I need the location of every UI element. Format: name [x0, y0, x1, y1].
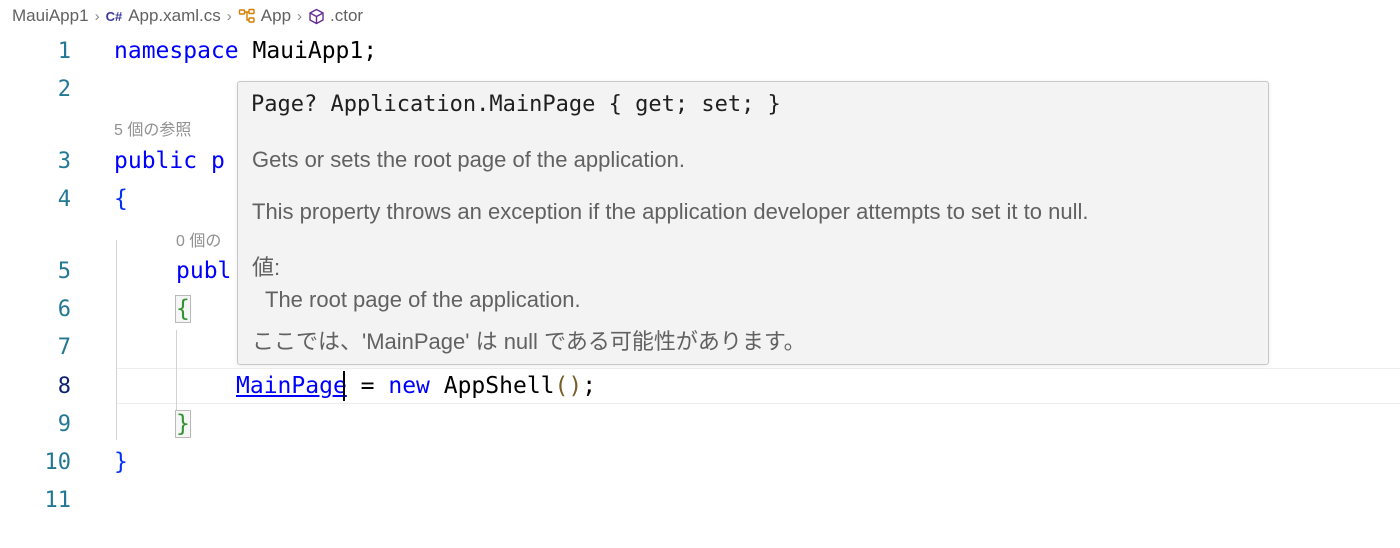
- code-line-active[interactable]: 8 MainPage = new AppShell();: [0, 367, 1400, 405]
- csharp-file-icon: C#: [105, 8, 123, 24]
- matched-close-brace: }: [175, 410, 191, 438]
- line-number: 9: [57, 411, 71, 437]
- code-line[interactable]: 1 namespace MauiApp1;: [0, 32, 1400, 70]
- keyword-new: new: [388, 373, 430, 399]
- breadcrumb-file-label: App.xaml.cs: [128, 6, 221, 25]
- line-number: 10: [44, 449, 72, 475]
- hover-tooltip[interactable]: Page? Application.MainPage { get; set; }…: [237, 81, 1269, 365]
- breadcrumb-separator: ›: [226, 7, 232, 25]
- hover-null-note: ここでは、'MainPage' は null である可能性があります。: [252, 329, 806, 354]
- mainpage-link[interactable]: MainPag: [236, 373, 333, 399]
- breadcrumb-file[interactable]: C# App.xaml.cs: [106, 6, 221, 26]
- matched-open-brace: {: [175, 295, 191, 323]
- breadcrumb-separator: ›: [94, 7, 100, 25]
- line-number: 8: [57, 373, 71, 399]
- hover-value-label: 値:: [252, 255, 281, 280]
- codelens-references[interactable]: 0 個の: [176, 227, 221, 251]
- namespace-name: MauiApp1;: [238, 38, 378, 64]
- code-line[interactable]: 11: [0, 481, 1400, 519]
- hover-value-text: The root page of the application.: [265, 287, 581, 312]
- close-brace: }: [114, 449, 128, 475]
- line-number: 11: [44, 487, 72, 513]
- method-cube-icon: [308, 8, 325, 25]
- code-editor[interactable]: MauiApp1 › C# App.xaml.cs › App › .ctor …: [0, 0, 1400, 548]
- parentheses: (): [554, 373, 583, 399]
- codelens-references[interactable]: 5 個の参照: [114, 116, 191, 140]
- breadcrumb-project[interactable]: MauiApp1: [12, 6, 89, 26]
- line-code: MainPage = new AppShell();: [236, 373, 596, 399]
- line-number: 5: [57, 258, 71, 284]
- line-number: 3: [57, 148, 71, 174]
- keyword-public: public: [114, 148, 198, 174]
- line-number: 1: [57, 38, 71, 64]
- breadcrumb-separator: ›: [297, 7, 303, 25]
- line-number: 4: [57, 186, 71, 212]
- breadcrumb-class-label: App: [260, 6, 292, 25]
- line-code: namespace MauiApp1;: [114, 38, 377, 64]
- open-brace: {: [114, 186, 128, 212]
- semicolon: ;: [582, 373, 597, 399]
- text-cursor: [343, 371, 345, 401]
- line-code: public p: [114, 148, 225, 174]
- breadcrumb: MauiApp1 › C# App.xaml.cs › App › .ctor: [12, 4, 363, 28]
- code-line[interactable]: 10 }: [0, 443, 1400, 481]
- breadcrumb-class[interactable]: App: [238, 6, 291, 26]
- hover-summary: Gets or sets the root page of the applic…: [252, 147, 685, 172]
- keyword-namespace: namespace: [114, 38, 239, 64]
- hover-remarks: This property throws an exception if the…: [252, 199, 1089, 224]
- keyword-public: publ: [176, 258, 232, 284]
- breadcrumb-member-label: .ctor: [330, 6, 364, 25]
- class-icon: [238, 8, 256, 24]
- hover-signature: Page? Application.MainPage { get; set; }: [251, 92, 781, 117]
- keyword-partial: p: [197, 148, 225, 174]
- type-appshell: AppShell: [429, 373, 555, 399]
- breadcrumb-member[interactable]: .ctor: [308, 6, 363, 26]
- line-number: 2: [57, 76, 71, 102]
- assign-operator: =: [346, 373, 389, 399]
- line-number: 6: [57, 296, 71, 322]
- code-line[interactable]: 9 }: [0, 405, 1400, 443]
- line-number: 7: [57, 334, 71, 360]
